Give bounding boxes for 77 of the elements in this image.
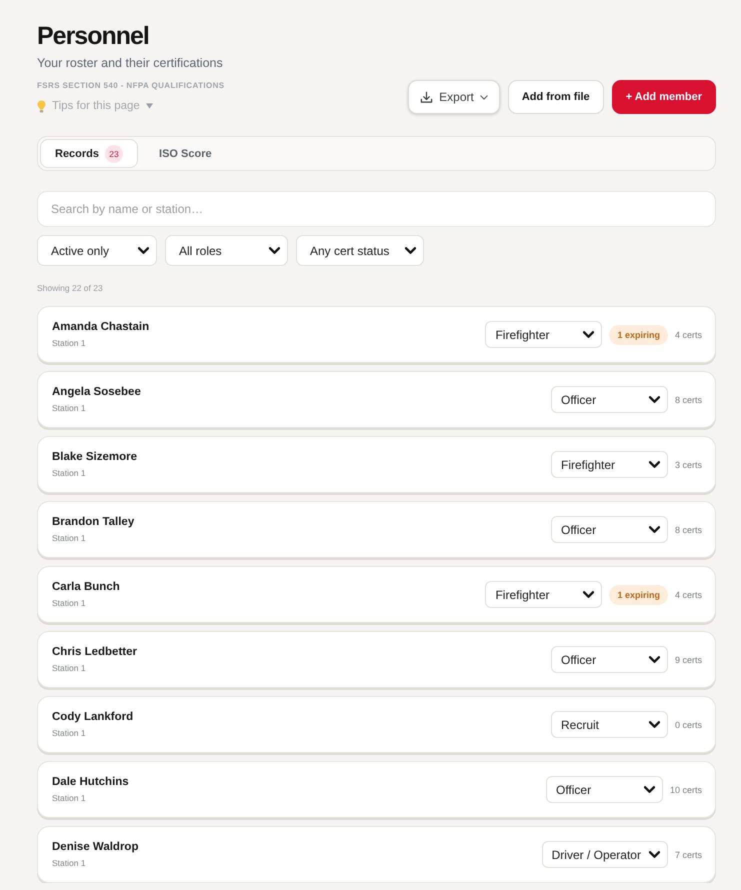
- chevron-down-icon: [648, 461, 660, 468]
- expiring-badge: 1 expiring: [609, 584, 668, 604]
- role-dropdown[interactable]: Officer: [550, 646, 668, 673]
- member-station: Station 1: [52, 533, 87, 543]
- role-dropdown[interactable]: Officer: [550, 386, 668, 413]
- member-card[interactable]: Denise Waldrop Station 1 Driver / Operator 7 certs: [37, 826, 716, 883]
- member-name: Blake Sizemore: [52, 451, 138, 463]
- chevron-down-icon: [138, 247, 149, 254]
- cert-count: 8 certs: [674, 524, 702, 534]
- tab[interactable]: ISO Score: [144, 139, 227, 168]
- cert-count: 7 certs: [674, 850, 702, 860]
- member-name: Amanda Chastain: [52, 321, 150, 333]
- chevron-down-icon: [269, 247, 280, 254]
- member-station: Station 1: [52, 793, 87, 803]
- status-filter-dropdown[interactable]: Active only: [37, 235, 157, 266]
- member-name: Cody Lankford: [52, 711, 134, 723]
- role-dropdown[interactable]: Officer: [550, 516, 668, 543]
- cert-count: 4 certs: [674, 590, 702, 600]
- role-dropdown[interactable]: Firefighter: [485, 581, 602, 608]
- chevron-down-icon: [648, 721, 660, 728]
- role-dropdown[interactable]: Recruit: [550, 711, 668, 738]
- caret-icon: [146, 103, 153, 109]
- cert-count: 9 certs: [674, 654, 702, 664]
- chevron-down-icon: [648, 851, 660, 858]
- cert-count: 10 certs: [670, 784, 702, 794]
- member-card[interactable]: Chris Ledbetter Station 1 Officer 9 certs: [37, 631, 716, 688]
- member-name: Brandon Talley: [52, 516, 134, 528]
- tab[interactable]: Records 23: [40, 139, 138, 168]
- section-label: FSRS SECTION 540 - NFPA QUALIFICATIONS: [37, 80, 225, 92]
- role-dropdown[interactable]: Officer: [546, 776, 663, 803]
- member-card[interactable]: Amanda Chastain Station 1 Firefighter 1 expiring 4 certs: [37, 306, 716, 363]
- role-dropdown[interactable]: Firefighter: [550, 451, 668, 478]
- role-dropdown[interactable]: Driver / Operator: [542, 841, 668, 868]
- member-card[interactable]: Angela Sosebee Station 1 Officer 8 certs: [37, 371, 716, 428]
- member-name: Carla Bunch: [52, 581, 120, 593]
- result-count: Showing 22 of 23: [37, 282, 104, 294]
- count-badge: 23: [105, 144, 124, 162]
- role-filter-dropdown[interactable]: All roles: [165, 235, 288, 266]
- chevron-down-icon: [480, 94, 488, 100]
- member-station: Station 1: [52, 858, 87, 868]
- add-from-file-button[interactable]: Add from file: [508, 80, 604, 114]
- chevron-down-icon: [583, 591, 594, 598]
- member-name: Denise Waldrop: [52, 841, 138, 853]
- page-title: Personnel: [37, 21, 149, 52]
- chevron-down-icon: [644, 786, 655, 793]
- download-icon: [420, 90, 434, 104]
- chevron-down-icon: [648, 656, 660, 663]
- chevron-down-icon: [648, 396, 660, 403]
- add-member-button[interactable]: + Add member: [612, 80, 716, 114]
- search-field[interactable]: Search by name or station…: [37, 191, 716, 227]
- member-station: Station 1: [52, 663, 87, 673]
- cert-count: 3 certs: [674, 460, 702, 470]
- member-card[interactable]: Blake Sizemore Station 1 Firefighter 3 certs: [37, 436, 716, 493]
- role-dropdown[interactable]: Firefighter: [485, 321, 602, 348]
- cert-count: 4 certs: [674, 330, 702, 340]
- export-button[interactable]: Export: [408, 80, 500, 114]
- chevron-down-icon: [648, 526, 660, 533]
- lightbulb-icon: [37, 100, 46, 112]
- member-card[interactable]: Cody Lankford Station 1 Recruit 0 certs: [37, 696, 716, 753]
- member-name: Chris Ledbetter: [52, 646, 137, 658]
- chevron-down-icon: [405, 247, 416, 254]
- member-card[interactable]: Carla Bunch Station 1 Firefighter 1 expiring 4 certs: [37, 566, 716, 623]
- member-station: Station 1: [52, 598, 87, 608]
- cert-count: 0 certs: [674, 720, 702, 730]
- cert-count: 8 certs: [674, 394, 702, 404]
- member-station: Station 1: [52, 468, 87, 478]
- member-station: Station 1: [52, 728, 87, 738]
- page-subtitle: Your roster and their certifications: [37, 55, 223, 72]
- member-card[interactable]: Dale Hutchins Station 1 Officer 10 certs: [37, 761, 716, 818]
- member-card[interactable]: Brandon Talley Station 1 Officer 8 certs: [37, 501, 716, 558]
- member-station: Station 1: [52, 338, 87, 348]
- member-name: Angela Sosebee: [52, 386, 141, 398]
- member-name: Dale Hutchins: [52, 776, 129, 788]
- expiring-badge: 1 expiring: [609, 324, 668, 344]
- cert-status-filter-dropdown[interactable]: Any cert status: [296, 235, 424, 266]
- chevron-down-icon: [583, 331, 594, 338]
- member-station: Station 1: [52, 403, 87, 413]
